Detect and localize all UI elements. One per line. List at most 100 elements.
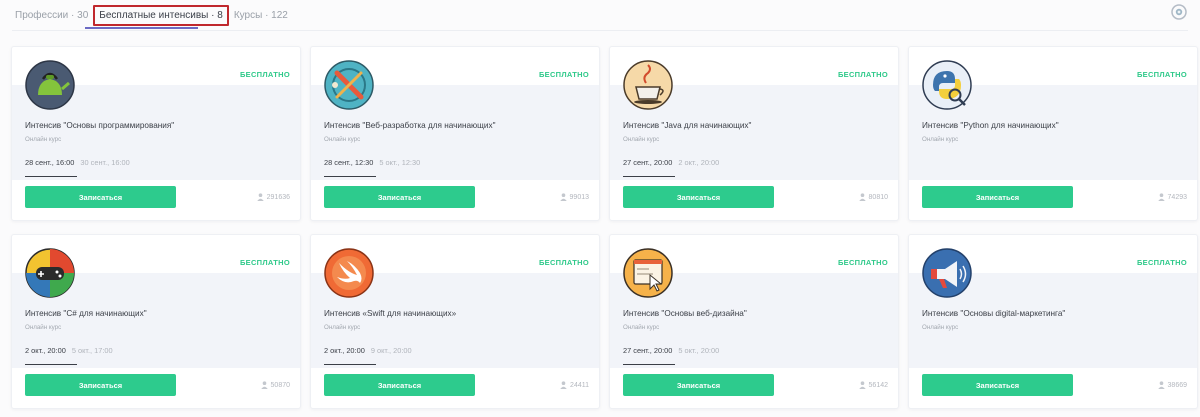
course-title[interactable]: Интенсив "Основы программирования" [25,121,174,130]
user-icon [858,381,866,389]
free-badge: БЕСПЛАТНО [239,258,290,267]
megaphone-icon [922,248,972,298]
swift-icon [324,248,374,298]
free-badge: БЕСПЛАТНО [239,70,290,79]
end-date: 2 окт., 20:00 [678,158,720,167]
course-card: БЕСПЛАТНО Интенсив "Веб-разработка для н… [310,46,600,221]
enroll-button[interactable]: Записаться [922,374,1073,396]
start-date: 27 сент., 20:00 [623,346,673,355]
participants-count: 291636 [256,193,290,201]
progress-line [623,176,675,177]
count-value: 74293 [1167,193,1187,201]
end-date: 5 окт., 20:00 [678,346,720,355]
user-icon [1157,381,1165,389]
course-title[interactable]: Интенсив "Java для начинающих" [623,121,751,130]
start-date: 28 сент., 12:30 [324,158,374,167]
tab-professions[interactable]: Профессии · 30 [12,8,91,23]
free-badge: БЕСПЛАТНО [538,70,589,79]
course-title[interactable]: Интенсив "Веб-разработка для начинающих" [324,121,495,130]
progress-line [25,364,77,365]
course-type: Онлайн курс [922,324,959,331]
course-card: БЕСПЛАТНО Интенсив «Swift для начинающих… [310,234,600,409]
free-badge: БЕСПЛАТНО [837,258,888,267]
participants-count: 74293 [1157,193,1187,201]
participants-count: 38669 [1157,381,1187,389]
count-value: 56142 [868,381,888,389]
start-date: 2 окт., 20:00 [324,346,365,355]
count-value: 80810 [868,193,888,201]
course-type: Онлайн курс [324,136,361,143]
tab-free-intensives[interactable]: Бесплатные интенсивы · 8 [93,4,229,26]
start-date: 27 сент., 20:00 [623,158,673,167]
participants-count: 24411 [560,381,589,389]
free-badge: БЕСПЛАТНО [837,70,888,79]
course-card: БЕСПЛАТНО Интенсив "Java для начинающих"… [609,46,899,221]
course-dates: 2 окт., 20:00 9 окт., 20:00 [324,346,412,355]
course-type: Онлайн курс [25,324,62,331]
eye-icon[interactable] [1170,4,1188,20]
course-type: Онлайн курс [324,324,361,331]
user-icon [260,381,268,389]
kettle-icon [25,60,75,110]
course-type: Онлайн курс [25,136,62,143]
free-badge: БЕСПЛАТНО [538,258,589,267]
course-title[interactable]: Интенсив "Python для начинающих" [922,121,1059,130]
progress-line [324,176,376,177]
course-card: БЕСПЛАТНО Интенсив "Python для начинающи… [908,46,1198,221]
web-design-icon [623,248,673,298]
course-dates: 28 сент., 16:00 30 сент., 16:00 [25,158,130,167]
end-date: 5 окт., 12:30 [379,158,421,167]
course-type: Онлайн курс [623,136,660,143]
end-date: 9 окт., 20:00 [370,346,412,355]
user-icon [858,193,866,201]
course-title[interactable]: Интенсив "Основы digital-маркетинга" [922,309,1065,318]
progress-line [25,176,77,177]
user-icon [560,381,567,389]
enroll-button[interactable]: Записаться [25,374,176,396]
free-badge: БЕСПЛАТНО [1136,70,1187,79]
count-value: 291636 [266,193,290,201]
count-value: 50870 [270,381,290,389]
java-cup-icon [623,60,673,110]
count-value: 38669 [1167,381,1187,389]
python-icon [922,60,972,110]
enroll-button[interactable]: Записаться [25,186,176,208]
participants-count: 56142 [858,381,888,389]
enroll-button[interactable]: Записаться [324,374,475,396]
start-date: 28 сент., 16:00 [25,158,75,167]
enroll-button[interactable]: Записаться [623,186,774,208]
category-tabs: Профессии · 30 Бесплатные интенсивы · 8 … [12,4,291,26]
end-date: 30 сент., 16:00 [80,158,130,167]
course-card: БЕСПЛАТНО Интенсив "C# для начинающих" О… [11,234,301,409]
free-badge: БЕСПЛАТНО [1136,258,1187,267]
user-icon [1157,193,1165,201]
count-value: 24411 [570,381,589,389]
participants-count: 80810 [858,193,888,201]
user-icon [256,193,264,201]
gamepad-icon [25,248,75,298]
course-title[interactable]: Интенсив "C# для начинающих" [25,309,147,318]
enroll-button[interactable]: Записаться [922,186,1073,208]
web-tools-icon [324,60,374,110]
tab-courses[interactable]: Курсы · 122 [231,8,291,23]
course-dates: 28 сент., 12:30 5 окт., 12:30 [324,158,420,167]
course-type: Онлайн курс [922,136,959,143]
end-date: 5 окт., 17:00 [71,346,113,355]
enroll-button[interactable]: Записаться [324,186,475,208]
course-title[interactable]: Интенсив «Swift для начинающих» [324,309,456,318]
course-dates: 27 сент., 20:00 2 окт., 20:00 [623,158,719,167]
course-card: БЕСПЛАТНО Интенсив "Основы программирова… [11,46,301,221]
course-dates: 27 сент., 20:00 5 окт., 20:00 [623,346,719,355]
user-icon [559,193,567,201]
participants-count: 99013 [559,193,589,201]
course-title[interactable]: Интенсив "Основы веб-дизайна" [623,309,747,318]
enroll-button[interactable]: Записаться [623,374,774,396]
progress-line [623,364,675,365]
tabs-divider [12,30,1188,31]
active-tab-underline [85,27,198,29]
course-type: Онлайн курс [623,324,660,331]
progress-line [324,364,376,365]
course-card: БЕСПЛАТНО Интенсив "Основы digital-марке… [908,234,1198,409]
start-date: 2 окт., 20:00 [25,346,66,355]
participants-count: 50870 [260,381,290,389]
